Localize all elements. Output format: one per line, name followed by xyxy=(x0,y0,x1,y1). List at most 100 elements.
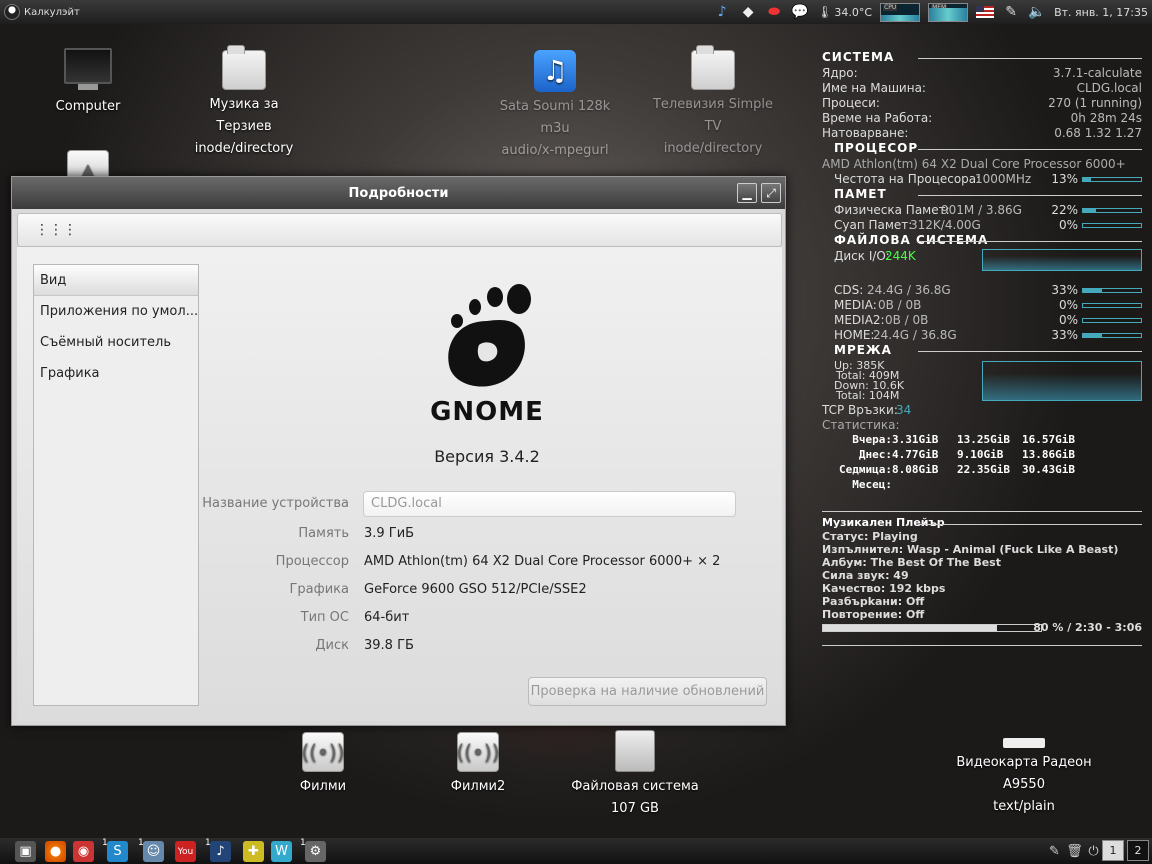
show-desktop-icon[interactable]: ▣ xyxy=(15,841,36,862)
stats-row-a: 3.31GiB xyxy=(892,433,939,446)
sidebar-item-view[interactable]: Вид xyxy=(34,265,198,296)
desktop-icon-computer[interactable]: Computer xyxy=(48,48,128,118)
section-heading-system: СИСТЕМА xyxy=(818,50,1148,66)
desktop-icon-type: audio/x-mpegurl xyxy=(501,143,609,158)
folder-icon xyxy=(222,45,266,90)
active-app[interactable]: Калкулэйт xyxy=(0,4,80,20)
cpu-monitor[interactable]: CPU xyxy=(880,2,921,22)
desktop-icon-filmi2[interactable]: ((•)) Филми2 xyxy=(435,732,521,798)
stats-row-label: Вчера: xyxy=(852,433,892,446)
power-icon[interactable]: ⏻ xyxy=(1083,841,1104,862)
swap-value: 312K/4.00G xyxy=(910,218,981,232)
volume-icon[interactable]: 🔈 xyxy=(1028,3,1046,21)
section-heading-memory: ПАМЕТ xyxy=(818,187,1148,203)
desktop-icon-music-folder[interactable]: Музика за Терзиев inode/directory xyxy=(180,45,308,160)
player-progress-text: 80 % / 2:30 - 3:06 xyxy=(1033,621,1142,634)
games-icon[interactable]: ✚ xyxy=(243,841,264,862)
gnome-foot-icon xyxy=(448,284,531,387)
top-panel: Калкулэйт ♪ ◆ ⬬ 💬 🌡 34.0°C CPU MEM ✎ 🔈 В… xyxy=(0,0,1152,24)
sidebar-item-graphics[interactable]: Графика xyxy=(34,358,198,389)
mem-monitor[interactable]: MEM xyxy=(928,2,969,22)
stats-row-label: Седмица: xyxy=(839,463,892,476)
swap-percent: 0% xyxy=(1058,218,1078,232)
desktop-icon-filmi[interactable]: ((•)) Филми xyxy=(280,732,366,798)
keyboard-layout-flag-icon[interactable] xyxy=(976,6,995,18)
skype-icon[interactable]: S xyxy=(107,841,128,862)
chat-icon[interactable]: 💬 xyxy=(791,3,809,21)
desktop-icon-type: text/plain xyxy=(993,799,1055,814)
disk-io-value: 244K xyxy=(885,249,916,263)
cpu-freq-label: Честота на Процесора: xyxy=(834,172,981,186)
info-label: Диск xyxy=(315,638,349,653)
desktop-icon-filesystem[interactable]: Файловая система 107 GB xyxy=(570,730,700,820)
stats-row-c: 13.86GiB xyxy=(1022,448,1075,461)
processes-value: 270 (1 running) xyxy=(1048,96,1142,110)
youtube-icon[interactable]: You xyxy=(175,841,196,862)
cpu-percent: 13% xyxy=(1051,172,1078,186)
info-row-graphics: Графика GeForce 9600 GSO 512/PCIe/SSE2 xyxy=(207,579,767,601)
hostname-label: Име на Машина: xyxy=(822,81,926,95)
stats-row-c: 16.57GiB xyxy=(1022,433,1075,446)
overview-grid-icon[interactable]: ⋮⋮⋮ xyxy=(35,223,77,237)
fs-media-percent: 0% xyxy=(1058,298,1078,312)
disk-io-graph xyxy=(982,249,1142,271)
network-share-icon: ▲ xyxy=(67,150,109,176)
player-status: Статус: Playing xyxy=(822,530,918,543)
chat-client-icon[interactable]: ☺ xyxy=(143,841,164,862)
workspace-2[interactable]: 2 xyxy=(1127,840,1149,861)
processes-label: Процеси: xyxy=(822,96,880,110)
desktop-icon-playlist[interactable]: ♫ Sata Soumi 128k m3u audio/x-mpegurl xyxy=(490,50,620,162)
desktop-icon-label: Файловая система xyxy=(571,779,699,794)
trash-icon[interactable]: 🗑 xyxy=(1064,841,1085,862)
player-repeat: Повторение: Off xyxy=(822,608,925,621)
network-share-icon: ((•)) xyxy=(302,732,345,772)
computer-icon xyxy=(64,48,112,92)
maximize-button[interactable]: ⤢ xyxy=(761,183,781,203)
fs-media2-bar xyxy=(1082,318,1142,323)
fs-cds-label: CDS: xyxy=(834,283,864,297)
tcp-label: TCP Връзки: xyxy=(822,403,898,417)
network-share-icon: ((•)) xyxy=(457,732,500,772)
desktop-icon-tv-folder[interactable]: Телевизия Simple TV inode/directory xyxy=(650,45,776,160)
system-tray: ♪ ◆ ⬬ 💬 🌡 34.0°C CPU MEM ✎ 🔈 Вт. янв. 1,… xyxy=(713,2,1148,22)
monitor-app-icon[interactable]: W xyxy=(271,841,292,862)
music-app-icon[interactable]: ♪ xyxy=(210,841,231,862)
info-label: Графика xyxy=(289,582,349,597)
info-diamond-icon[interactable]: ◆ xyxy=(739,3,757,21)
media-player-icon[interactable]: ◉ xyxy=(73,841,94,862)
info-value: AMD Athlon(tm) 64 X2 Dual Core Processor… xyxy=(364,554,721,569)
window-title: Подробности xyxy=(348,185,449,201)
player-volume: Сила звук: 49 xyxy=(822,569,909,582)
hostname-value: CLDG.local xyxy=(1076,81,1142,95)
fs-cds-value: 24.4G / 36.8G xyxy=(867,283,951,297)
check-updates-button[interactable]: Проверка на наличие обновлений xyxy=(528,677,767,706)
clock[interactable]: Вт. янв. 1, 17:35 xyxy=(1054,6,1148,19)
desktop-icon-label: Музика за Терзиев xyxy=(209,97,279,134)
network-down-total: Total: 104M xyxy=(836,389,900,402)
info-label: Процессор xyxy=(275,554,349,569)
edit-icon[interactable]: ✎ xyxy=(1044,841,1065,862)
desktop-icon-label: Филми xyxy=(299,779,347,794)
firefox-icon[interactable]: ● xyxy=(45,841,66,862)
kernel-label: Ядро: xyxy=(822,66,858,80)
device-name-input[interactable]: CLDG.local xyxy=(363,491,736,517)
record-icon[interactable]: ⬬ xyxy=(765,3,783,21)
swap-label: Суап Памет: xyxy=(834,218,913,232)
info-row-disk: Диск 39.8 ГБ xyxy=(207,635,767,657)
minimize-button[interactable]: ▁ xyxy=(737,183,757,203)
settings-app-icon[interactable]: ⚙ xyxy=(305,841,326,862)
fs-home-percent: 33% xyxy=(1051,328,1078,342)
music-note-icon[interactable]: ♪ xyxy=(713,3,731,21)
gnome-wordmark: GNOME xyxy=(430,397,544,427)
desktop-icon-size: 107 GB xyxy=(611,801,659,816)
fs-home-label: HOME: xyxy=(834,328,875,342)
desktop-icon-type: inode/directory xyxy=(194,141,294,156)
sidebar-item-removable-media[interactable]: Съёмный носитель xyxy=(34,327,198,358)
workspace-1[interactable]: 1 xyxy=(1102,840,1124,861)
device-name-label: Название устройства xyxy=(202,496,349,511)
desktop-icon-partial[interactable]: ▲ xyxy=(66,150,110,176)
window-titlebar[interactable]: Подробности ▁ ⤢ xyxy=(12,177,785,209)
sidebar-item-default-apps[interactable]: Приложения по умол... xyxy=(34,296,198,327)
desktop-icon-radeon[interactable]: Видеокарта Радеон A9550 text/plain xyxy=(954,738,1094,818)
pen-icon[interactable]: ✎ xyxy=(1002,3,1020,21)
